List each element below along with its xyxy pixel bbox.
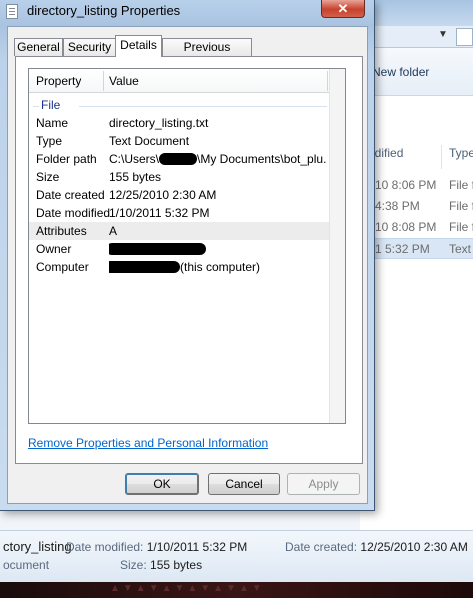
file-type: File f [449, 199, 473, 213]
close-button[interactable]: ✕ [321, 0, 365, 18]
redaction-mark [109, 261, 180, 273]
property-value: 155 bytes [109, 170, 162, 184]
properties-dialog: directory_listing Properties ✕ General S… [0, 0, 375, 511]
property-list[interactable]: Property Value File Name directory_listi… [28, 68, 346, 424]
property-name: Owner [36, 242, 72, 256]
dialog-title: directory_listing Properties [27, 3, 181, 18]
redaction-mark [109, 243, 206, 255]
details-label: Date created: [285, 540, 358, 554]
details-value: 155 bytes [150, 558, 203, 572]
property-row-computer[interactable]: Computer (this computer) [29, 258, 329, 276]
redaction-mark [159, 153, 198, 165]
property-value: C:\Users\ \My Documents\bot_plu... [109, 152, 327, 166]
property-value: Text Document [109, 134, 190, 148]
search-box[interactable] [456, 28, 473, 46]
file-date: 10 8:08 PM [375, 220, 437, 234]
remove-properties-link[interactable]: Remove Properties and Personal Informati… [28, 436, 268, 450]
file-row[interactable]: 10 8:08 PM File f [360, 217, 473, 238]
property-name: Date created [36, 188, 105, 202]
property-row-owner[interactable]: Owner [29, 240, 329, 258]
computer-suffix: (this computer) [180, 260, 261, 274]
tab-details[interactable]: Details [115, 35, 162, 57]
property-row-type[interactable]: Type Text Document [29, 132, 329, 150]
file-type: File f [449, 178, 473, 192]
text-file-icon [6, 4, 18, 19]
dialog-body: General Security Details Previous Versio… [7, 26, 368, 504]
property-row-folder-path[interactable]: Folder path C:\Users\ \My Documents\bot_p… [29, 150, 329, 168]
decorative-pattern: ▲▼▲▼▲▼▲▼▲▼▲▼ [110, 583, 265, 594]
property-name: Computer [36, 260, 89, 274]
file-date: 10 8:06 PM [375, 178, 437, 192]
property-value: A [109, 224, 118, 238]
column-header-type[interactable]: Type [449, 146, 473, 168]
property-name: Attributes [36, 224, 87, 238]
property-row-attributes[interactable]: Attributes A [29, 222, 329, 240]
file-row[interactable]: 4:38 PM File f [360, 196, 473, 217]
group-divider [79, 106, 327, 107]
ok-button[interactable]: OK [125, 473, 199, 495]
path-prefix: C:\Users\ [109, 152, 160, 166]
details-date-created: Date created: 12/25/2010 2:30 AM [285, 540, 468, 554]
details-file-type: ocument [3, 558, 50, 572]
details-file-name: ctory_listing [3, 539, 72, 554]
property-row-size[interactable]: Size 155 bytes [29, 168, 329, 186]
group-divider [33, 106, 39, 107]
tab-security[interactable]: Security [63, 38, 116, 56]
file-type: Text [449, 242, 472, 256]
details-value: 1/10/2011 5:32 PM [146, 540, 248, 554]
column-separator[interactable] [327, 71, 328, 91]
details-date-modified: Date modified: 1/10/2011 5:32 PM [66, 540, 247, 554]
details-label: Size: [120, 558, 147, 572]
new-folder-button[interactable]: New folder [372, 65, 429, 79]
list-header: Property Value [29, 69, 329, 93]
property-value: 1/10/2011 5:32 PM [109, 206, 210, 220]
property-name: Date modified [36, 206, 111, 220]
property-value: directory_listing.txt [109, 116, 209, 130]
apply-button[interactable]: Apply [287, 473, 360, 495]
column-separator[interactable] [441, 145, 442, 169]
details-pane: ctory_listing ocument Date modified: 1/1… [0, 530, 473, 582]
file-row[interactable]: 10 8:06 PM File f [360, 175, 473, 196]
property-row-name[interactable]: Name directory_listing.txt [29, 114, 329, 132]
tab-previous-versions[interactable]: Previous Versions [162, 38, 252, 70]
column-separator[interactable] [103, 71, 104, 91]
property-name: Type [36, 134, 63, 148]
tab-general[interactable]: General [14, 38, 63, 56]
details-size: Size: 155 bytes [120, 558, 202, 572]
cancel-button[interactable]: Cancel [208, 473, 280, 495]
details-label: Date modified: [66, 540, 144, 554]
property-value [109, 242, 327, 256]
property-name: Size [36, 170, 60, 184]
details-value: 12/25/2010 2:30 AM [360, 540, 468, 554]
taskbar-strip: ▲▼▲▼▲▼▲▼▲▼▲▼ [0, 582, 473, 598]
property-row-date-modified[interactable]: Date modified 1/10/2011 5:32 PM [29, 204, 329, 222]
path-suffix: \My Documents\bot_plu... [197, 152, 327, 166]
column-header-property[interactable]: Property [36, 74, 81, 88]
column-header-value[interactable]: Value [109, 74, 139, 88]
explorer-address-bar[interactable]: ▼ [360, 26, 473, 48]
property-row-date-created[interactable]: Date created 12/25/2010 2:30 AM [29, 186, 329, 204]
property-value: 12/25/2010 2:30 AM [109, 188, 217, 202]
chevron-down-icon[interactable]: ▼ [438, 29, 452, 43]
file-row-selected[interactable]: 1 5:32 PM Text [360, 238, 473, 259]
property-name: Name [36, 116, 69, 130]
group-header-file: File [41, 98, 61, 112]
property-value: (this computer) [109, 260, 327, 274]
details-tab-panel: Property Value File Name directory_listi… [15, 56, 363, 464]
file-date: 4:38 PM [375, 199, 420, 213]
vertical-scrollbar[interactable] [329, 69, 345, 423]
file-date: 1 5:32 PM [375, 242, 430, 256]
property-name: Folder path [36, 152, 97, 166]
file-type: File f [449, 220, 473, 234]
